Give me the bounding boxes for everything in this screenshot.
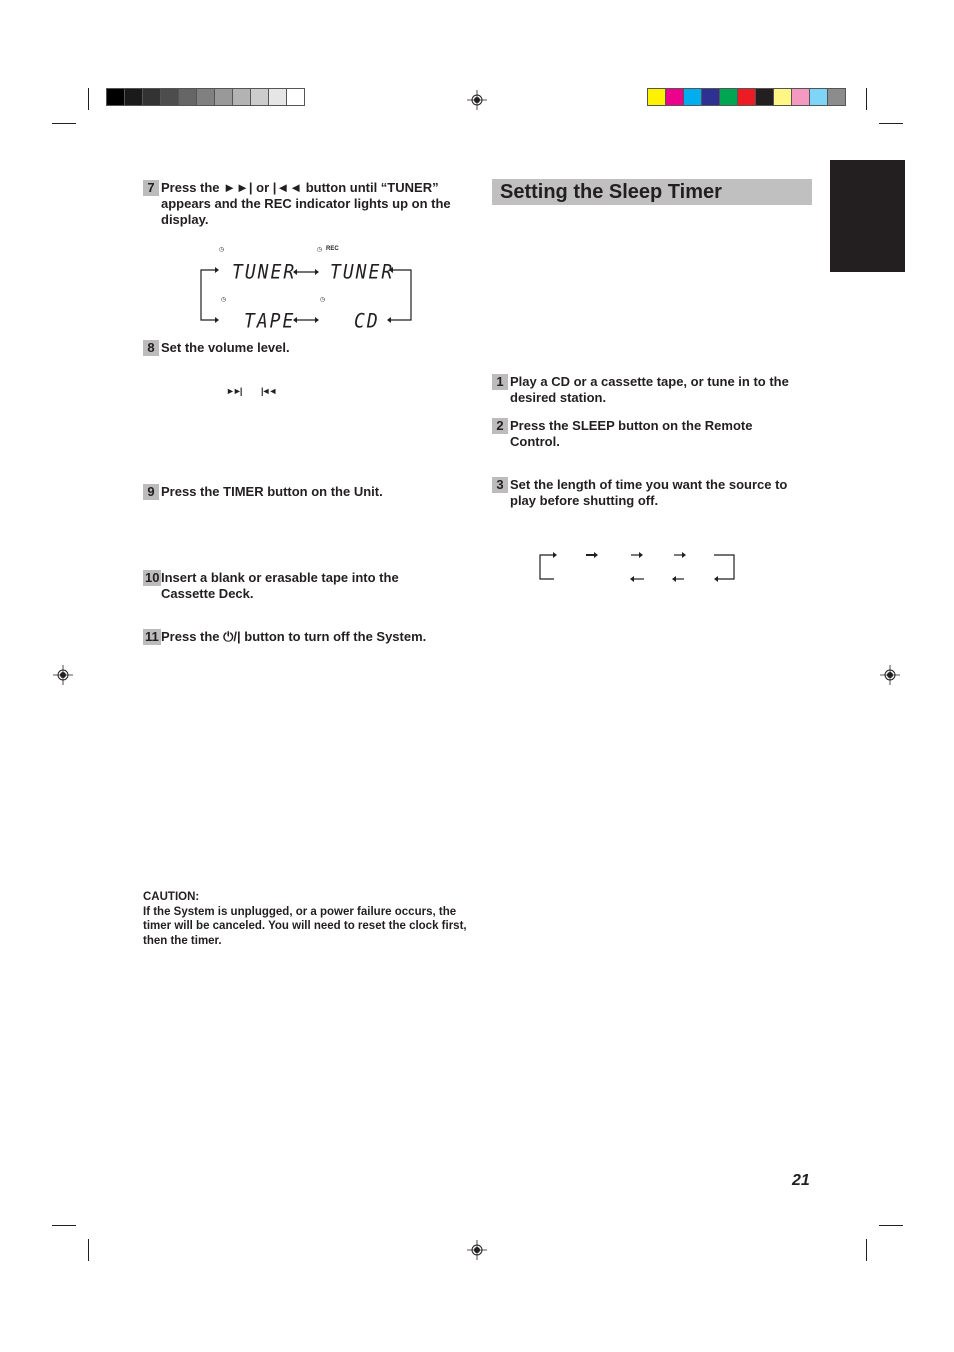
caution-text: If the System is unplugged, or a power f… xyxy=(143,905,467,947)
crop-mark xyxy=(879,1225,903,1226)
color-swatch xyxy=(828,89,845,105)
step-number: 8 xyxy=(143,340,159,356)
color-bar xyxy=(647,88,846,106)
color-swatch xyxy=(702,89,719,105)
section-header: Setting the Sleep Timer xyxy=(492,179,812,205)
step-number: 11 xyxy=(143,629,161,645)
step-text: Press the ⏻/| button to turn off the Sys… xyxy=(161,629,427,644)
step-number: 10 xyxy=(143,570,162,586)
step-text: Press the TIMER button on the Unit. xyxy=(161,484,383,499)
color-swatch xyxy=(179,89,196,105)
color-swatch xyxy=(756,89,773,105)
step-number: 9 xyxy=(143,484,159,500)
color-swatch xyxy=(684,89,701,105)
color-swatch xyxy=(792,89,809,105)
skip-backward-icon: |◄◄ xyxy=(261,386,277,396)
color-swatch xyxy=(774,89,791,105)
color-swatch xyxy=(161,89,178,105)
grayscale-bar xyxy=(106,88,305,106)
color-swatch xyxy=(810,89,827,105)
sleep-cycle-arrows xyxy=(539,552,735,582)
sleep-step-3: 3 Set the length of time you want the so… xyxy=(492,477,802,509)
rec-indicator: REC xyxy=(326,246,339,252)
crop-mark xyxy=(88,88,89,110)
caution-heading: CAUTION: xyxy=(143,891,200,903)
skip-forward-icon: ►►| xyxy=(226,386,242,396)
registration-mark-icon xyxy=(880,665,900,685)
step-number: 3 xyxy=(492,477,508,493)
caution-note: CAUTION: If the System is unplugged, or … xyxy=(143,890,473,948)
color-swatch xyxy=(720,89,737,105)
crop-mark xyxy=(88,1239,89,1261)
step-9: 9 Press the TIMER button on the Unit. xyxy=(143,484,453,500)
sleep-step-2: 2 Press the SLEEP button on the Remote C… xyxy=(492,418,802,450)
step-text: Set the length of time you want the sour… xyxy=(510,477,788,508)
color-swatch xyxy=(143,89,160,105)
step-10: 10 Insert a blank or erasable tape into … xyxy=(143,570,453,602)
crop-mark xyxy=(52,123,76,124)
color-swatch xyxy=(233,89,250,105)
step-text: Insert a blank or erasable tape into the… xyxy=(161,570,399,601)
color-swatch xyxy=(107,89,124,105)
color-swatch xyxy=(215,89,232,105)
registration-mark-icon xyxy=(467,1240,487,1260)
timer-icon: ◷ xyxy=(317,247,323,253)
crop-mark xyxy=(52,1225,76,1226)
step-number: 7 xyxy=(143,180,159,196)
step-7: 7 Press the ►►| or |◄◄ button until “TUN… xyxy=(143,180,453,228)
timer-icon: ◷ xyxy=(219,247,225,253)
step-text: Set the volume level. xyxy=(161,340,290,355)
step-11: 11 Press the ⏻/| button to turn off the … xyxy=(143,629,453,645)
crop-mark xyxy=(866,88,867,110)
color-swatch xyxy=(269,89,286,105)
registration-mark-icon xyxy=(53,665,73,685)
step-8: 8 Set the volume level. xyxy=(143,340,453,356)
registration-mark-icon xyxy=(467,90,487,110)
crop-mark xyxy=(866,1239,867,1261)
step-text: Press the ►►| or |◄◄ button until “TUNER… xyxy=(161,180,451,227)
sleep-step-1: 1 Play a CD or a cassette tape, or tune … xyxy=(492,374,802,406)
page-number: 21 xyxy=(792,1172,810,1189)
section-title: Setting the Sleep Timer xyxy=(500,181,722,203)
color-swatch xyxy=(666,89,683,105)
color-swatch xyxy=(648,89,665,105)
crop-mark xyxy=(879,123,903,124)
step-text: Press the SLEEP button on the Remote Con… xyxy=(510,418,753,449)
step-number: 2 xyxy=(492,418,508,434)
color-swatch xyxy=(125,89,142,105)
step-number: 1 xyxy=(492,374,508,390)
display-arrows xyxy=(200,267,412,323)
color-swatch xyxy=(197,89,214,105)
step-text: Play a CD or a cassette tape, or tune in… xyxy=(510,374,789,405)
color-swatch xyxy=(738,89,755,105)
section-tab xyxy=(830,160,905,272)
color-swatch xyxy=(287,89,304,105)
color-swatch xyxy=(251,89,268,105)
